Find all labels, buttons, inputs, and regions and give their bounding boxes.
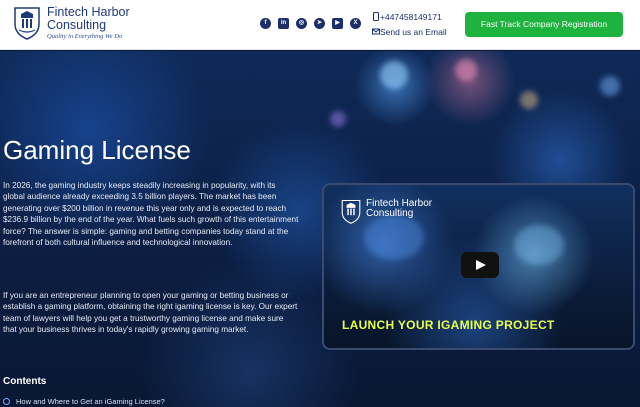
toc-item[interactable]: How and Where to Get an iGaming License? [3, 397, 165, 406]
promo-video[interactable]: Fintech Harbor Consulting LAUNCH YOUR IG… [322, 183, 635, 350]
video-logo: Fintech Harbor Consulting [340, 199, 461, 224]
play-icon [476, 260, 486, 270]
toc-bullet-icon [3, 398, 10, 405]
bokeh-light [455, 59, 477, 81]
envelope-icon [372, 28, 380, 35]
logo-name: Fintech Harbor Consulting [47, 5, 130, 32]
linkedin-icon[interactable]: in [278, 18, 289, 29]
youtube-icon[interactable]: ▶ [332, 18, 343, 29]
license-paragraph: If you are an entrepreneur planning to o… [3, 291, 298, 335]
play-button[interactable] [461, 252, 499, 278]
phone-icon [373, 12, 379, 21]
logo-tagline: Quality in Everything We Do [47, 33, 123, 40]
intro-paragraph: In 2026, the gaming industry keeps stead… [3, 181, 299, 248]
phone-number: +447458149171 [380, 11, 442, 22]
telegram-icon[interactable]: ➤ [314, 18, 325, 29]
toc-item-label: How and Where to Get an iGaming License? [16, 397, 165, 406]
email-label: Send us an Email [380, 26, 447, 37]
video-logo-name: Fintech Harbor Consulting [366, 198, 433, 219]
instagram-icon[interactable]: ◎ [296, 18, 307, 29]
phone-link[interactable]: +447458149171 [372, 9, 447, 24]
bokeh-light [520, 91, 538, 109]
x-icon[interactable]: X [350, 18, 361, 29]
screen-glow [514, 225, 564, 265]
social-links: f in ◎ ➤ ▶ X [260, 18, 361, 29]
bokeh-light [380, 61, 408, 89]
bokeh-light [330, 111, 346, 127]
email-link[interactable]: Send us an Email [372, 24, 447, 39]
bokeh-light [600, 76, 620, 96]
logo-crest-icon [14, 7, 40, 40]
logo[interactable]: Fintech Harbor Consulting Quality in Eve… [12, 6, 147, 40]
contact-info: +447458149171 Send us an Email [372, 9, 447, 39]
video-caption: LAUNCH YOUR IGAMING PROJECT [342, 318, 555, 332]
fast-track-registration-button[interactable]: Fast Track Company Registration [465, 12, 623, 37]
logo-crest-icon [341, 199, 361, 224]
site-header: Fintech Harbor Consulting Quality in Eve… [0, 0, 640, 50]
contents-heading: Contents [3, 376, 47, 387]
page-title: Gaming License [3, 135, 191, 165]
facebook-icon[interactable]: f [260, 18, 271, 29]
